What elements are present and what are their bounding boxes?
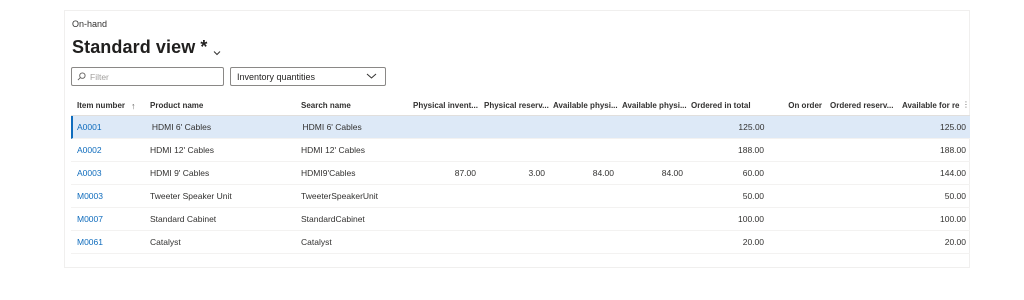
cell-search-name: HDMI9'Cables bbox=[301, 168, 356, 178]
column-header-ordered-in-total[interactable]: Ordered in total bbox=[687, 101, 768, 110]
cell-ordered-in-total: 125.00 bbox=[738, 122, 765, 132]
item-number-link[interactable]: A0001 bbox=[73, 122, 144, 132]
cell-ordered-in-total: 20.00 bbox=[742, 237, 764, 247]
chevron-down-icon[interactable] bbox=[212, 45, 222, 55]
cell-search-name: HDMI 12' Cables bbox=[301, 145, 365, 155]
column-header-search-name[interactable]: Search name bbox=[297, 101, 409, 110]
cell-available-for-reservation: 20.00 bbox=[944, 237, 966, 247]
cell-physical-inventory: 87.00 bbox=[454, 168, 476, 178]
cell-product-name: HDMI 9' Cables bbox=[150, 168, 210, 178]
breadcrumb: On-hand bbox=[72, 19, 108, 29]
column-header-available-physical-2[interactable]: Available physi... bbox=[618, 101, 687, 110]
cell-search-name: StandardCabinet bbox=[301, 214, 365, 224]
cell-available-for-reservation: 188.00 bbox=[940, 145, 966, 155]
cell-product-name: HDMI 6' Cables bbox=[151, 122, 212, 132]
table-row[interactable]: M0003 Tweeter Speaker Unit TweeterSpeake… bbox=[71, 185, 970, 208]
cell-search-name: HDMI 6' Cables bbox=[302, 122, 362, 132]
column-header-physical-inventory[interactable]: Physical invent... bbox=[409, 101, 480, 110]
inventory-view-select[interactable]: Inventory quantities bbox=[230, 67, 386, 86]
cell-product-name: Tweeter Speaker Unit bbox=[150, 191, 232, 201]
column-header-ordered-reserved[interactable]: Ordered reserv... bbox=[826, 101, 898, 110]
chevron-down-icon bbox=[366, 72, 377, 82]
cell-ordered-in-total: 50.00 bbox=[742, 191, 764, 201]
cell-product-name: HDMI 12' Cables bbox=[150, 145, 214, 155]
table-row[interactable]: M0061 Catalyst Catalyst 20.00 20.00 bbox=[71, 231, 970, 254]
item-number-link[interactable]: M0007 bbox=[71, 214, 142, 224]
table-row[interactable]: A0001 HDMI 6' Cables HDMI 6' Cables 125.… bbox=[71, 116, 970, 139]
cell-available-for-reservation: 100.00 bbox=[940, 214, 966, 224]
column-header-product-name[interactable]: Product name bbox=[142, 101, 297, 110]
cell-ordered-in-total: 188.00 bbox=[738, 145, 764, 155]
search-icon bbox=[77, 68, 86, 86]
item-number-link[interactable]: A0002 bbox=[71, 145, 142, 155]
column-header-physical-reserved[interactable]: Physical reserv... bbox=[480, 101, 549, 110]
cell-search-name: TweeterSpeakerUnit bbox=[301, 191, 379, 201]
filter-field[interactable] bbox=[71, 67, 224, 86]
cell-product-name: Standard Cabinet bbox=[150, 214, 217, 224]
column-header-on-order[interactable]: On order bbox=[768, 101, 826, 110]
item-number-link[interactable]: M0061 bbox=[71, 237, 142, 247]
column-header-available-for-reservation[interactable]: Available for re ⋮ bbox=[898, 101, 970, 110]
grid-header: Item number ↑ Product name Search name P… bbox=[71, 96, 970, 116]
cell-ordered-in-total: 60.00 bbox=[742, 168, 764, 178]
cell-available-for-reservation: 125.00 bbox=[939, 122, 966, 132]
column-header-available-physical-1[interactable]: Available physi... bbox=[549, 101, 618, 110]
cell-available-physical-1: 84.00 bbox=[592, 168, 614, 178]
on-hand-grid: Item number ↑ Product name Search name P… bbox=[71, 96, 970, 254]
more-vertical-icon[interactable]: ⋮ bbox=[962, 101, 970, 109]
view-selector[interactable]: Standard view * bbox=[72, 37, 222, 58]
page-title[interactable]: Standard view * bbox=[72, 37, 208, 58]
sort-ascending-icon[interactable]: ↑ bbox=[131, 101, 136, 111]
filter-input[interactable] bbox=[90, 71, 210, 82]
inventory-view-select-value: Inventory quantities bbox=[237, 71, 316, 82]
cell-product-name: Catalyst bbox=[150, 237, 181, 247]
cell-available-physical-2: 84.00 bbox=[661, 168, 683, 178]
cell-physical-reserved: 3.00 bbox=[528, 168, 545, 178]
cell-available-for-reservation: 50.00 bbox=[944, 191, 966, 201]
column-header-item-number[interactable]: Item number ↑ bbox=[71, 101, 142, 111]
table-row[interactable]: A0002 HDMI 12' Cables HDMI 12' Cables 18… bbox=[71, 139, 970, 162]
table-row[interactable]: M0007 Standard Cabinet StandardCabinet 1… bbox=[71, 208, 970, 231]
cell-search-name: Catalyst bbox=[301, 237, 332, 247]
item-number-link[interactable]: A0003 bbox=[71, 168, 142, 178]
cell-ordered-in-total: 100.00 bbox=[738, 214, 764, 224]
item-number-link[interactable]: M0003 bbox=[71, 191, 142, 201]
cell-available-for-reservation: 144.00 bbox=[940, 168, 966, 178]
table-row[interactable]: A0003 HDMI 9' Cables HDMI9'Cables 87.00 … bbox=[71, 162, 970, 185]
